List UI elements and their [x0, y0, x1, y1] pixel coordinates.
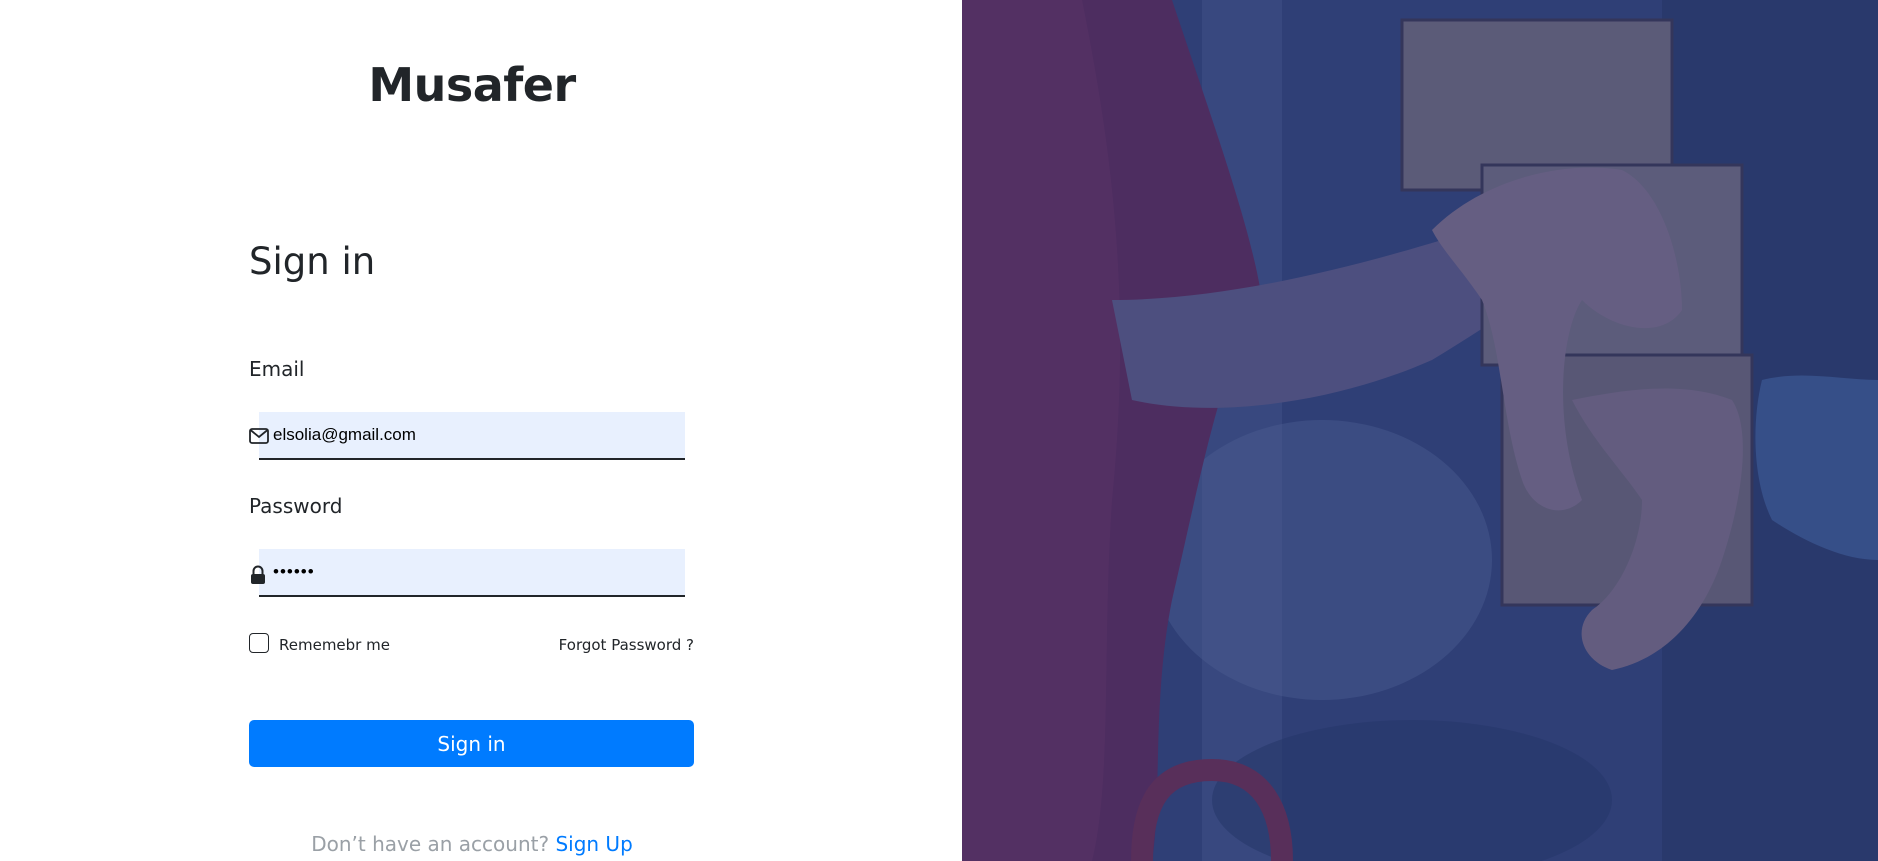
remember-me[interactable]: Rememebr me	[249, 632, 390, 654]
signup-prompt-text: Don’t have an account?	[311, 832, 550, 856]
forgot-password-link[interactable]: Forgot Password ?	[559, 636, 694, 654]
password-field-wrapper	[249, 549, 685, 597]
brand-title: Musafer	[368, 58, 576, 112]
hero-image	[962, 0, 1878, 861]
page-title: Sign in	[249, 240, 376, 283]
password-input[interactable]	[273, 549, 683, 595]
lock-icon	[249, 565, 269, 584]
email-label: Email	[249, 357, 305, 381]
email-field-wrapper	[249, 412, 685, 460]
sign-in-button[interactable]: Sign in	[249, 720, 694, 767]
delivery-hands-illustration	[962, 0, 1878, 861]
remember-me-checkbox[interactable]	[249, 633, 269, 653]
login-panel: Musafer Sign in Email Password Rememebr …	[0, 0, 962, 861]
remember-me-label: Rememebr me	[279, 636, 390, 654]
password-label: Password	[249, 494, 343, 518]
signup-prompt-row: Don’t have an account? Sign Up	[0, 832, 944, 856]
envelope-icon	[249, 428, 269, 446]
email-input[interactable]	[273, 412, 683, 458]
sign-up-link[interactable]: Sign Up	[555, 832, 632, 856]
